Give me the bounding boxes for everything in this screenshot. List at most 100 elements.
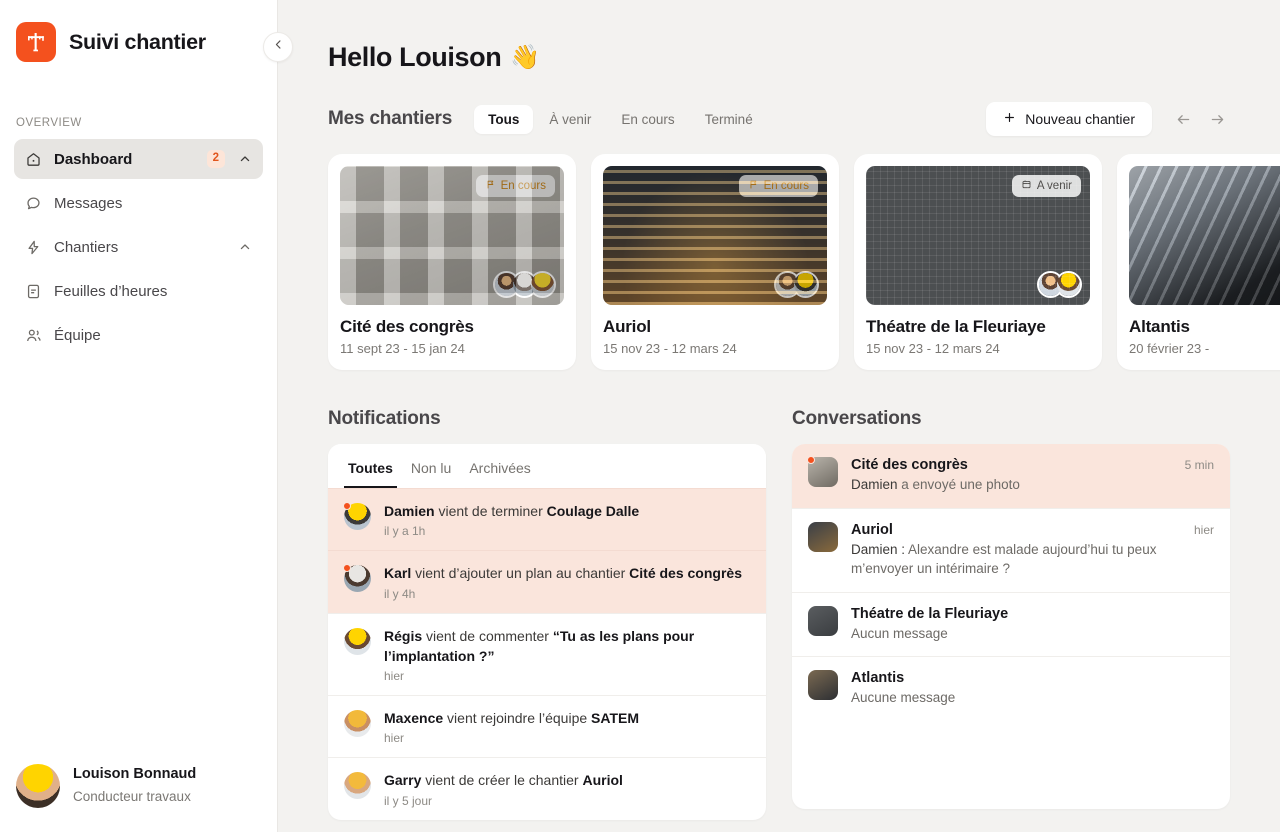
conversation-item[interactable]: Cité des congrès 5 min Damien a envoyé u… bbox=[792, 444, 1230, 508]
bolt-icon bbox=[24, 238, 42, 256]
conversation-time: hier bbox=[1193, 522, 1214, 537]
notifications-section: Notifications Toutes Non lu Archivées Da… bbox=[328, 408, 766, 820]
avatar bbox=[792, 271, 819, 298]
waving-hand-icon: 👋 bbox=[510, 44, 540, 71]
sidebar-item-messages[interactable]: Messages bbox=[14, 183, 263, 223]
notification-actor: Damien bbox=[384, 503, 435, 519]
conversation-preview: Damien a envoyé une photo bbox=[851, 475, 1214, 495]
bottom-sections: Notifications Toutes Non lu Archivées Da… bbox=[328, 408, 1280, 820]
project-card[interactable]: Altantis 20 février 23 - bbox=[1117, 154, 1280, 370]
status-label: En cours bbox=[763, 180, 809, 192]
conversation-thumbnail bbox=[808, 670, 838, 701]
sidebar: Suivi chantier OVERVIEW Dashboard 2 Mess… bbox=[0, 0, 278, 832]
app-root: Suivi chantier OVERVIEW Dashboard 2 Mess… bbox=[0, 0, 1280, 832]
notification-time: hier bbox=[384, 731, 405, 746]
tab-toutes[interactable]: Toutes bbox=[344, 456, 397, 488]
brand[interactable]: Suivi chantier bbox=[0, 0, 277, 62]
notification-item[interactable]: Régis vient de commenter “Tu as les plan… bbox=[328, 612, 766, 696]
unread-dot bbox=[343, 502, 351, 510]
notification-action: vient de créer le chantier bbox=[421, 772, 583, 789]
sidebar-item-equipe[interactable]: Équipe bbox=[14, 315, 263, 355]
conversation-item[interactable]: Auriol hier Damien : Alexandre est malad… bbox=[792, 507, 1230, 592]
avatar bbox=[774, 271, 801, 298]
notification-item[interactable]: Maxence vient rejoindre l’équipe SATEM h… bbox=[328, 695, 766, 757]
sidebar-user-profile[interactable]: Louison Bonnaud Conducteur travaux bbox=[0, 764, 277, 832]
project-photo: En cours bbox=[603, 166, 827, 305]
tab-tous[interactable]: Tous bbox=[474, 104, 534, 134]
tab-archivees[interactable]: Archivées bbox=[465, 456, 534, 488]
notification-item[interactable]: Garry vient de créer le chantier Auriol … bbox=[328, 757, 766, 819]
arrow-left-icon[interactable] bbox=[1170, 106, 1196, 132]
brand-title: Suivi chantier bbox=[69, 29, 206, 54]
notification-tabs: Toutes Non lu Archivées bbox=[328, 444, 766, 488]
sidebar-collapse-button[interactable] bbox=[263, 32, 293, 62]
project-card[interactable]: En cours Cité des congrès 11 sept 23 - 1… bbox=[328, 154, 576, 370]
calendar-icon bbox=[1021, 179, 1032, 193]
notifications-title: Notifications bbox=[328, 408, 441, 429]
status-label: En cours bbox=[500, 180, 546, 192]
conversations-panel: Cité des congrès 5 min Damien a envoyé u… bbox=[792, 444, 1230, 809]
project-photo: A venir bbox=[866, 166, 1090, 305]
notification-actor: Régis bbox=[384, 627, 423, 644]
notification-actor: Garry bbox=[384, 772, 422, 789]
conversation-thumbnail bbox=[808, 521, 838, 552]
project-cards-row: En cours Cité des congrès 11 sept 23 - 1… bbox=[328, 154, 1280, 370]
tab-termine[interactable]: Terminé bbox=[691, 105, 767, 134]
notification-item[interactable]: Damien vient de terminer Coulage Dalle i… bbox=[328, 488, 766, 551]
tab-non-lu[interactable]: Non lu bbox=[407, 456, 455, 488]
notification-target: Coulage Dalle bbox=[546, 503, 640, 519]
member-avatars bbox=[774, 271, 819, 298]
avatar bbox=[343, 564, 371, 593]
tab-a-venir[interactable]: À venir bbox=[535, 105, 605, 134]
notification-time: hier bbox=[384, 669, 405, 684]
notification-action: vient rejoindre l’équipe bbox=[443, 710, 592, 727]
flag-icon bbox=[485, 179, 496, 193]
status-badge: En cours bbox=[738, 175, 818, 197]
sidebar-item-label: Messages bbox=[54, 194, 123, 212]
conversations-section: Conversations Cité des congrès 5 min Dam… bbox=[792, 408, 1230, 820]
member-avatars bbox=[493, 271, 556, 298]
project-name: Auriol bbox=[603, 317, 651, 336]
crane-tower-icon bbox=[16, 22, 56, 62]
notification-target: SATEM bbox=[591, 710, 639, 727]
conversation-name: Cité des congrès bbox=[851, 457, 968, 473]
chevron-up-icon[interactable] bbox=[237, 151, 253, 167]
sidebar-item-label: Équipe bbox=[54, 326, 101, 344]
conversation-thumbnail bbox=[807, 456, 838, 487]
notification-item[interactable]: Karl vient d’ajouter un plan au chantier… bbox=[328, 550, 766, 613]
avatar bbox=[344, 627, 371, 655]
sidebar-item-chantiers[interactable]: Chantiers bbox=[14, 227, 263, 267]
member-avatars bbox=[1037, 271, 1082, 298]
sidebar-item-feuilles-dheures[interactable]: Feuilles d’heures bbox=[14, 271, 263, 311]
avatar bbox=[511, 271, 538, 298]
project-name: Cité des congrès bbox=[340, 317, 474, 336]
conversations-title: Conversations bbox=[792, 408, 922, 429]
page-title: Hello Louison 👋 bbox=[328, 42, 1280, 73]
users-icon bbox=[24, 326, 42, 344]
sidebar-item-dashboard[interactable]: Dashboard 2 bbox=[14, 139, 263, 179]
notification-text: Régis vient de commenter “Tu as les plan… bbox=[384, 626, 750, 667]
conversation-preview: Damien : Alexandre est malade aujourd’hu… bbox=[851, 540, 1214, 579]
chevron-up-icon[interactable] bbox=[237, 239, 253, 255]
conversation-item[interactable]: Atlantis Aucune message bbox=[792, 656, 1230, 721]
tab-en-cours[interactable]: En cours bbox=[607, 105, 688, 134]
notification-target: Cité des congrès bbox=[629, 565, 742, 582]
conversation-preview: Aucune message bbox=[851, 690, 956, 706]
flag-icon bbox=[748, 179, 759, 193]
project-photo: En cours bbox=[340, 166, 564, 305]
avatar bbox=[1055, 271, 1082, 298]
project-name: Altantis bbox=[1129, 317, 1190, 336]
conversation-item[interactable]: Théatre de la Fleuriaye Aucun message bbox=[792, 591, 1230, 657]
arrow-right-icon[interactable] bbox=[1204, 106, 1230, 132]
notification-text: Damien vient de terminer Coulage Dalle bbox=[384, 501, 639, 521]
notification-time: il y 4h bbox=[384, 586, 416, 601]
notification-time: il y a 1h bbox=[384, 524, 426, 539]
new-chantier-button[interactable]: Nouveau chantier bbox=[986, 102, 1152, 136]
avatar bbox=[16, 764, 60, 808]
project-filter-tabs: Tous À venir En cours Terminé bbox=[474, 104, 767, 134]
status-label: A venir bbox=[1036, 180, 1072, 192]
project-card[interactable]: A venir Théatre de la Fleuriaye 15 nov 2… bbox=[854, 154, 1102, 370]
conversations-empty-space bbox=[792, 721, 1230, 809]
sidebar-item-label: Chantiers bbox=[54, 238, 119, 256]
project-card[interactable]: En cours Auriol 15 nov 23 - 12 mars 24 bbox=[591, 154, 839, 370]
